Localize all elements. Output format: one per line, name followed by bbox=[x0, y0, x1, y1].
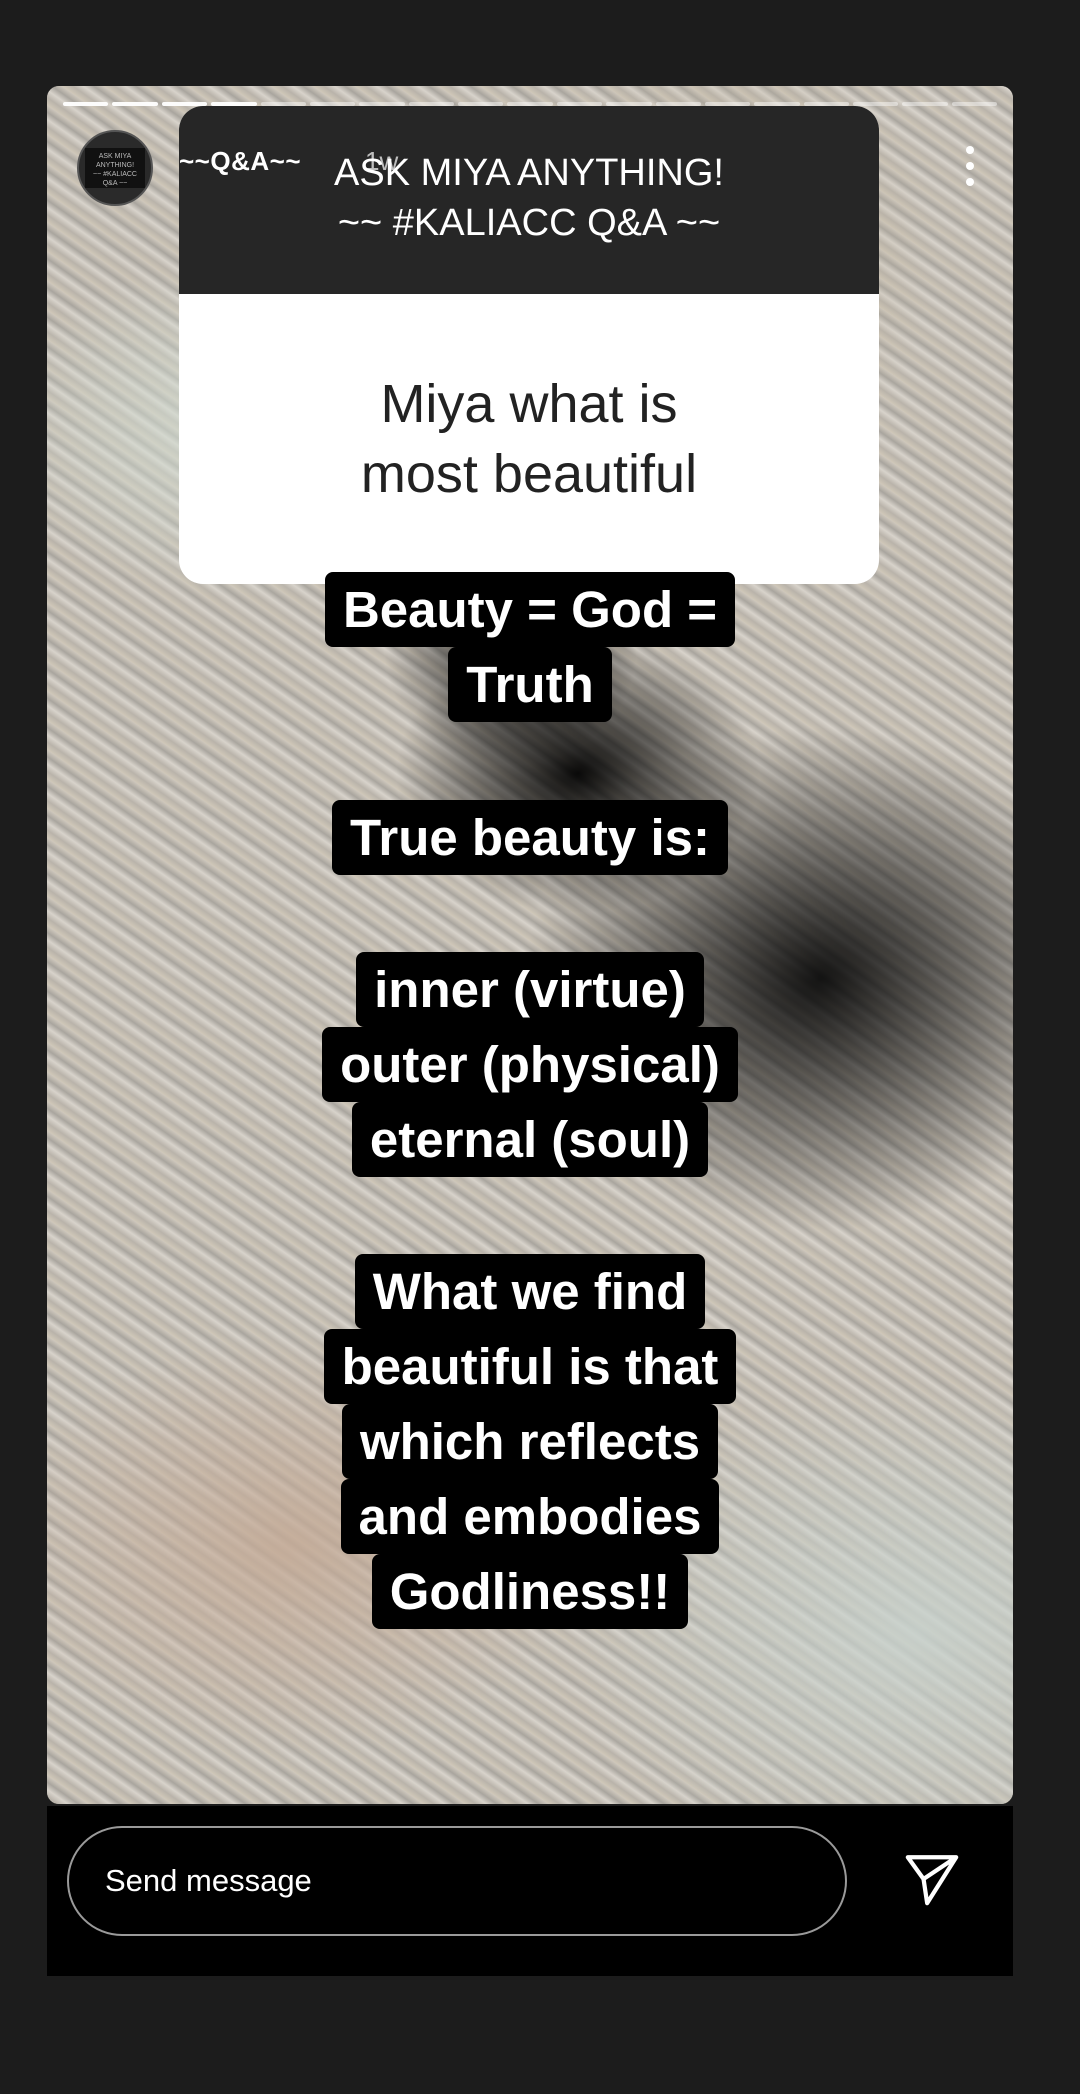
story-username[interactable]: ~~Q&A~~ bbox=[179, 146, 301, 177]
question-sticker-header: ASK MIYA ANYTHING! ~~ #KALIACC Q&A ~~ bbox=[179, 106, 879, 294]
send-paper-plane-icon[interactable] bbox=[903, 1850, 961, 1908]
answer-text-line: True beauty is: bbox=[332, 800, 728, 875]
answer-text-line: outer (physical) bbox=[322, 1027, 738, 1102]
profile-avatar[interactable]: ASK MIYA ANYTHING! ~~ #KALIACC Q&A ~~ bbox=[77, 130, 153, 206]
answer-text-line: Beauty = God = bbox=[324, 572, 736, 647]
progress-segment bbox=[902, 102, 948, 106]
progress-segment bbox=[63, 102, 109, 106]
answer-text-line: Godliness!! bbox=[371, 1554, 689, 1629]
progress-segment bbox=[853, 102, 899, 106]
question-text-line: Miya what is bbox=[380, 374, 678, 434]
story-viewer: ASK MIYA ANYTHING! ~~ #KALIACC Q&A ~~ Mi… bbox=[0, 0, 1080, 2094]
progress-segment bbox=[951, 102, 998, 106]
question-text-line: most beautiful bbox=[360, 444, 698, 504]
send-message-input[interactable]: Send message bbox=[67, 1826, 847, 1936]
answer-text-block-1: Beauty = God = Truth bbox=[47, 572, 1013, 722]
send-message-placeholder: Send message bbox=[105, 1863, 312, 1898]
avatar-image: ASK MIYA ANYTHING! ~~ #KALIACC Q&A ~~ bbox=[85, 148, 145, 188]
answer-text-line: and embodies bbox=[340, 1479, 720, 1554]
answer-text-block-2: True beauty is: bbox=[47, 800, 1013, 875]
question-sticker: ASK MIYA ANYTHING! ~~ #KALIACC Q&A ~~ Mi… bbox=[179, 106, 879, 584]
answer-text-line: What we find bbox=[354, 1254, 706, 1329]
answer-text-block-4: What we find beautiful is that which ref… bbox=[47, 1254, 1013, 1629]
answer-text-line: eternal (soul) bbox=[351, 1102, 709, 1177]
reply-bar: Send message bbox=[47, 1806, 1013, 1976]
answer-text-block-3: inner (virtue) outer (physical) eternal … bbox=[47, 952, 1013, 1177]
question-sticker-subtitle: ~~ #KALIACC Q&A ~~ bbox=[337, 202, 721, 244]
answer-text-line: inner (virtue) bbox=[356, 952, 704, 1027]
story-frame[interactable]: ASK MIYA ANYTHING! ~~ #KALIACC Q&A ~~ Mi… bbox=[47, 86, 1013, 1804]
answer-text-line: Truth bbox=[448, 647, 612, 722]
more-vertical-icon[interactable] bbox=[965, 146, 975, 186]
question-text: Miya what is most beautiful bbox=[179, 294, 879, 584]
story-timestamp: 1w bbox=[365, 146, 399, 176]
answer-text-line: which reflects bbox=[341, 1404, 719, 1479]
answer-text-line: beautiful is that bbox=[323, 1329, 737, 1404]
progress-segment bbox=[112, 102, 158, 106]
